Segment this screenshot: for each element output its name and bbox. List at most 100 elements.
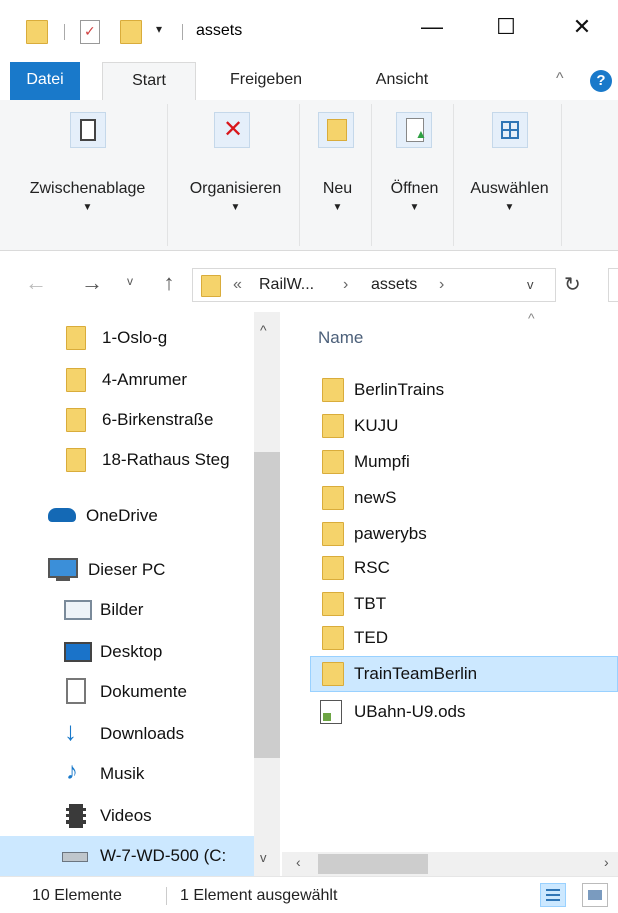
scroll-up-icon[interactable]: ^ xyxy=(260,322,267,338)
breadcrumb-separator-icon[interactable]: › xyxy=(439,276,444,294)
computer-icon xyxy=(48,558,78,578)
file-row[interactable]: KUJU xyxy=(310,408,618,444)
address-overflow-chevron[interactable]: « xyxy=(233,276,242,294)
breadcrumb-separator-icon[interactable]: › xyxy=(343,276,348,294)
nav-pane-scrollbar-thumb[interactable] xyxy=(254,452,280,758)
folder-icon xyxy=(322,662,344,686)
maximize-button[interactable]: ☐ xyxy=(486,14,526,40)
column-header-name[interactable]: Name xyxy=(318,328,363,348)
forward-arrow-icon[interactable]: → xyxy=(78,270,106,296)
nav-item-quick-access[interactable]: 18-Rathaus Steg xyxy=(0,440,254,480)
nav-item-this-pc[interactable]: Dieser PC xyxy=(0,550,254,590)
nav-item-quick-access[interactable]: 1-Oslo-g xyxy=(0,318,254,358)
new-folder-quick-icon[interactable] xyxy=(120,20,142,44)
group-auswaehlen[interactable]: Auswählen ▼ xyxy=(458,104,562,246)
breadcrumb-segment[interactable]: assets xyxy=(371,276,417,294)
folder-icon xyxy=(201,275,221,297)
horizontal-scrollbar-thumb[interactable] xyxy=(318,854,428,874)
back-arrow-icon[interactable]: ← xyxy=(22,270,50,296)
nav-item-label: OneDrive xyxy=(86,506,158,525)
nav-item-label: Videos xyxy=(100,806,152,825)
scroll-right-icon[interactable]: › xyxy=(604,854,609,870)
scroll-left-icon[interactable]: ‹ xyxy=(296,854,301,870)
recent-locations-icon[interactable]: v xyxy=(120,274,140,288)
ribbon-tab-row: Datei Start Freigeben Ansicht ^ ? xyxy=(0,62,618,101)
nav-item-bilder[interactable]: Bilder xyxy=(0,590,254,630)
nav-item-desktop[interactable]: Desktop xyxy=(0,632,254,672)
selection-count: 1 Element ausgewählt xyxy=(180,887,338,904)
tab-ansicht[interactable]: Ansicht xyxy=(352,62,452,100)
file-name: UBahn-U9.ods xyxy=(354,702,466,721)
nav-item-onedrive[interactable]: OneDrive xyxy=(0,496,254,536)
up-arrow-icon[interactable]: ↑ xyxy=(156,270,182,296)
nav-item-label: Desktop xyxy=(100,642,163,661)
delete-icon: ✕ xyxy=(214,112,250,148)
downloads-icon: ↓ xyxy=(64,716,77,746)
minimize-button[interactable]: — xyxy=(412,14,452,40)
file-row[interactable]: UBahn-U9.ods xyxy=(310,694,618,730)
close-button[interactable]: ✕ xyxy=(562,14,602,40)
sort-ascending-icon: ^ xyxy=(528,310,535,326)
tab-datei[interactable]: Datei xyxy=(10,62,80,100)
group-organisieren[interactable]: ✕ Organisieren ▼ xyxy=(172,104,300,246)
file-row[interactable]: TED xyxy=(310,620,618,656)
folder-icon xyxy=(66,326,86,350)
group-neu[interactable]: Neu ▼ xyxy=(304,104,372,246)
address-bar[interactable]: « RailW... › assets › v xyxy=(192,268,556,302)
nav-item-downloads[interactable]: ↓ Downloads xyxy=(0,714,254,754)
refresh-icon[interactable]: ↻ xyxy=(564,272,581,297)
documents-icon xyxy=(66,678,86,704)
file-name: pawerybs xyxy=(354,524,427,543)
nav-item-quick-access[interactable]: 6-Birkenstraße xyxy=(0,400,254,440)
search-box[interactable] xyxy=(608,268,618,302)
tab-start[interactable]: Start xyxy=(102,62,196,100)
computer-stand xyxy=(56,578,70,581)
nav-item-videos[interactable]: Videos xyxy=(0,796,254,836)
nav-item-label: 4-Amrumer xyxy=(102,370,188,389)
file-row[interactable]: TBT xyxy=(310,586,618,622)
details-view-icon[interactable] xyxy=(540,883,566,907)
folder-icon xyxy=(322,556,344,580)
nav-item-label: Dokumente xyxy=(100,682,187,701)
videos-icon xyxy=(66,804,86,828)
file-row[interactable]: pawerybs xyxy=(310,516,618,552)
nav-item-label: Dieser PC xyxy=(88,560,166,579)
ribbon: Zwischenablage ▼ ✕ Organisieren ▼ Neu ▼ … xyxy=(0,100,618,251)
file-row[interactable]: BerlinTrains xyxy=(310,372,618,408)
file-name: Mumpfi xyxy=(354,452,410,471)
file-name: TED xyxy=(354,628,388,647)
quick-access-dropdown-icon[interactable]: ▾ xyxy=(156,22,162,36)
separator xyxy=(64,24,65,40)
collapse-ribbon-icon[interactable]: ^ xyxy=(556,70,564,88)
file-row[interactable]: newS xyxy=(310,480,618,516)
nav-item-musik[interactable]: ♪ Musik xyxy=(0,754,254,794)
address-dropdown-icon[interactable]: v xyxy=(527,277,534,292)
tab-freigeben[interactable]: Freigeben xyxy=(214,62,318,100)
help-icon[interactable]: ? xyxy=(590,70,612,92)
status-bar: 10 Elemente 1 Element ausgewählt xyxy=(0,876,618,913)
clipboard-icon xyxy=(70,112,106,148)
nav-item-dokumente[interactable]: Dokumente xyxy=(0,672,254,712)
folder-icon xyxy=(322,522,344,546)
chevron-down-icon: ▼ xyxy=(82,202,93,213)
group-zwischenablage[interactable]: Zwischenablage ▼ xyxy=(8,104,168,246)
breadcrumb-segment[interactable]: RailW... xyxy=(259,276,314,294)
folder-icon xyxy=(322,626,344,650)
scroll-down-icon[interactable]: v xyxy=(260,850,267,865)
nav-item-label: Downloads xyxy=(100,724,185,743)
properties-icon[interactable]: ✓ xyxy=(80,20,100,44)
file-row[interactable]: Mumpfi xyxy=(310,444,618,480)
new-folder-icon xyxy=(318,112,354,148)
file-row[interactable]: RSC xyxy=(310,550,618,586)
select-icon xyxy=(492,112,528,148)
file-row-selected[interactable]: TrainTeamBerlin xyxy=(310,656,618,692)
large-icons-view-icon[interactable] xyxy=(582,883,608,907)
nav-item-label: Bilder xyxy=(100,600,144,619)
file-name: TrainTeamBerlin xyxy=(354,664,478,683)
folder-icon xyxy=(322,414,344,438)
folder-icon xyxy=(66,368,86,392)
nav-item-quick-access[interactable]: 4-Amrumer xyxy=(0,360,254,400)
file-name: RSC xyxy=(354,558,390,577)
group-oeffnen[interactable]: ▲ Öffnen ▼ xyxy=(376,104,454,246)
nav-item-drive-c[interactable]: W-7-WD-500 (C: xyxy=(0,836,254,876)
